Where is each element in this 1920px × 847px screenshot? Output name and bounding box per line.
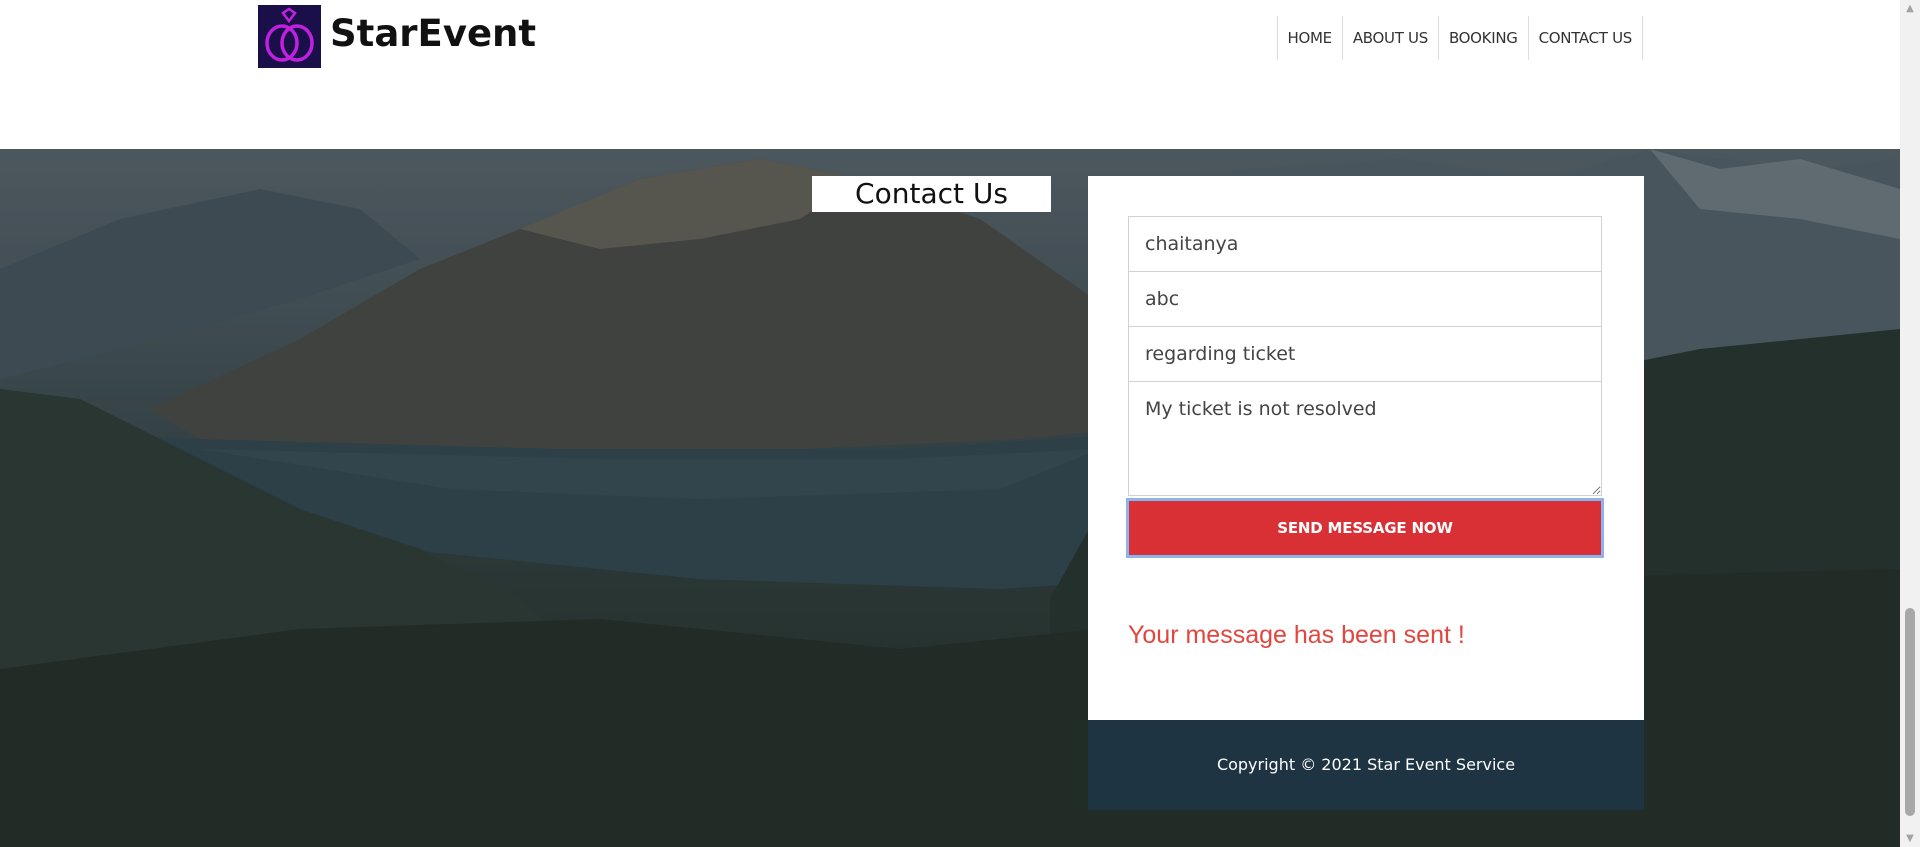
scroll-up-arrow-icon[interactable]: ▲ xyxy=(1900,0,1920,17)
name-input[interactable] xyxy=(1128,216,1602,272)
logo[interactable] xyxy=(258,5,321,68)
nav-booking[interactable]: BOOKING xyxy=(1439,16,1529,60)
brand-name[interactable]: StarEvent xyxy=(330,8,536,60)
contact-us-heading: Contact Us xyxy=(812,176,1051,212)
scroll-down-arrow-icon[interactable]: ▼ xyxy=(1900,830,1920,847)
contact-form-card: My ticket is not resolved SEND MESSAGE N… xyxy=(1088,176,1644,720)
subject-input[interactable] xyxy=(1128,326,1602,382)
rings-icon xyxy=(265,7,314,62)
nav-about-us[interactable]: ABOUT US xyxy=(1343,16,1439,60)
nav-home[interactable]: HOME xyxy=(1278,16,1343,60)
email-input[interactable] xyxy=(1128,271,1602,327)
scroll-thumb[interactable] xyxy=(1905,608,1915,816)
footer-copyright: Copyright © 2021 Star Event Service xyxy=(1088,720,1644,810)
site-header: StarEvent HOME ABOUT US BOOKING CONTACT … xyxy=(0,0,1900,149)
page-scrollbar[interactable]: ▲ ▼ xyxy=(1900,0,1920,847)
message-textarea[interactable]: My ticket is not resolved xyxy=(1128,381,1602,496)
nav-contact-us[interactable]: CONTACT US xyxy=(1529,16,1643,60)
main-nav: HOME ABOUT US BOOKING CONTACT US xyxy=(1276,16,1643,60)
message-sent-status: Your message has been sent ! xyxy=(1128,621,1465,649)
send-message-button[interactable]: SEND MESSAGE NOW xyxy=(1126,498,1604,558)
